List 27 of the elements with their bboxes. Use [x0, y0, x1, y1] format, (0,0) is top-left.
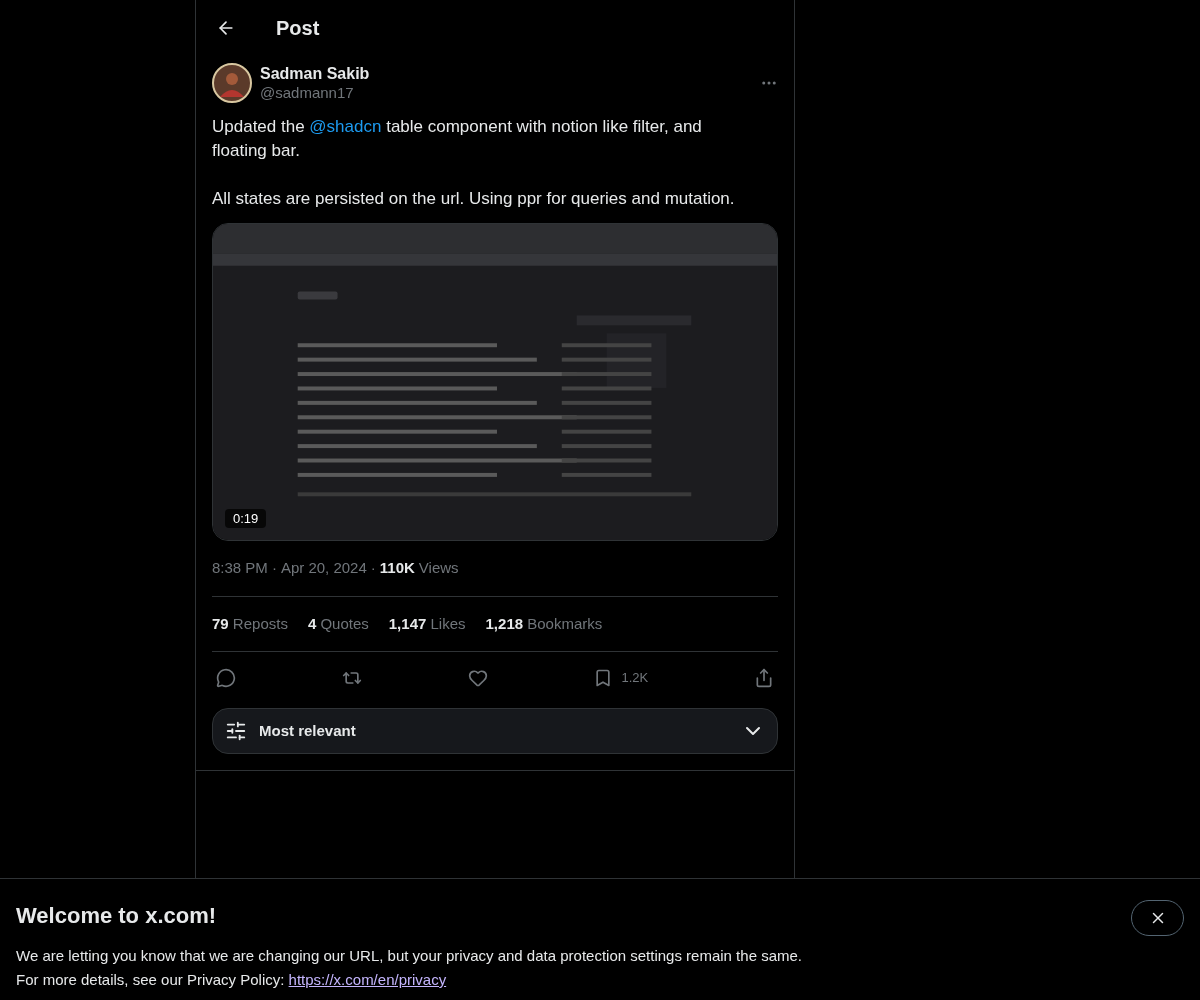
separator-dot: ·	[370, 558, 376, 578]
banner-title: Welcome to x.com!	[16, 902, 217, 930]
avatar[interactable]	[212, 63, 252, 103]
author-handle[interactable]: @sadmann17	[260, 83, 370, 103]
stat-link[interactable]: 4 Quotes	[307, 612, 369, 635]
stat-link[interactable]: 1,147 Likes	[388, 612, 466, 635]
stat-link[interactable]: 1,218 Bookmarks	[485, 612, 603, 635]
privacy-link[interactable]: https://x.com/en/privacy	[288, 971, 447, 988]
sort-dropdown[interactable]: Most relevant	[212, 708, 778, 754]
banner-text: We are letting you know that we are changing our URL, but your privacy and data protection settings remain the same.	[16, 946, 803, 966]
reply-icon[interactable]	[216, 668, 236, 688]
page-title: Post	[276, 15, 320, 41]
heart-icon[interactable]	[467, 668, 488, 688]
sliders-icon	[225, 720, 247, 742]
video-duration: 0:19	[225, 508, 267, 528]
banner-text: For more details, see our Privacy Policy: https://x.com/en/privacy	[16, 970, 448, 990]
views-count: 110K	[379, 558, 415, 578]
stat-link[interactable]: 79 Reposts	[212, 612, 288, 635]
author-name[interactable]: Sadman Sakib	[260, 63, 370, 84]
post-text: All states are persisted on the url. Using ppr for queries and mutation.	[212, 188, 736, 210]
post-time[interactable]: 8:38 PM	[212, 557, 268, 580]
post-text: Updated the @shadcn table component with notion like filter, and floating bar.	[212, 116, 703, 162]
post-date[interactable]: Apr 20, 2024	[280, 557, 367, 580]
separator-dot: ·	[271, 558, 277, 578]
mention-link[interactable]: @shadcn	[309, 117, 382, 136]
share-icon[interactable]	[754, 668, 774, 688]
views-label: Views	[418, 558, 459, 578]
